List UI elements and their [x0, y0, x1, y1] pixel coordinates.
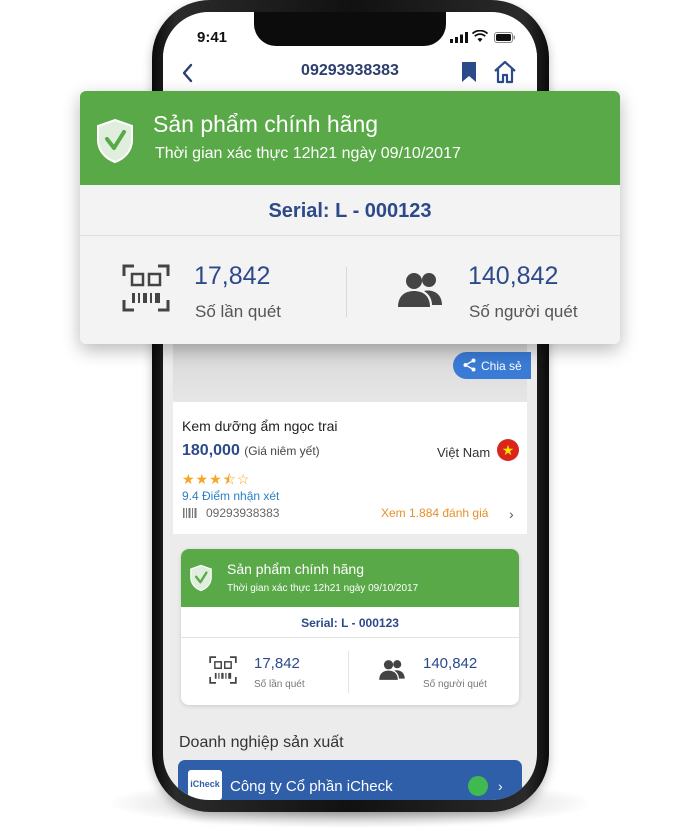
review-score[interactable]: 9.4 Điểm nhận xét: [182, 489, 279, 503]
company-name: Công ty Cổ phần iCheck: [230, 778, 393, 795]
people-icon: [398, 273, 442, 307]
section-title: Doanh nghiệp sản xuất: [179, 734, 344, 751]
serial-number: Serial: L - 000123: [301, 616, 399, 630]
vietnam-flag-icon: ★: [497, 439, 519, 461]
nav-bar: 09293938383: [163, 56, 537, 92]
people-count-label: Số người quét: [423, 679, 487, 690]
verification-header: Sản phẩm chính hãng Thời gian xác thực 1…: [80, 91, 620, 185]
verification-title: Sản phẩm chính hãng: [227, 561, 364, 577]
share-icon: [463, 358, 476, 372]
divider: [346, 267, 347, 317]
people-count: 140,842: [423, 655, 478, 672]
battery-icon: [494, 32, 515, 43]
home-icon[interactable]: [492, 59, 518, 85]
people-icon: [379, 660, 405, 680]
scan-count: 17,842: [254, 655, 300, 672]
divider: [181, 637, 519, 638]
people-count: 140,842: [468, 262, 559, 290]
verification-card-overlay: Sản phẩm chính hãng Thời gian xác thực 1…: [80, 91, 620, 344]
verification-subtitle: Thời gian xác thực 12h21 ngày 09/10/2017: [227, 583, 419, 594]
share-button[interactable]: Chia sẻ: [453, 352, 531, 379]
shield-check-icon: [190, 564, 212, 592]
scan-count-label: Số lần quét: [195, 302, 282, 321]
product-barcode: 09293938383: [206, 506, 280, 520]
signal-icon: [450, 32, 468, 43]
chevron-right-icon[interactable]: ›: [509, 506, 514, 522]
country-label: Việt Nam: [437, 445, 491, 460]
status-time: 9:41: [197, 29, 228, 46]
verification-subtitle: Thời gian xác thực 12h21 ngày 09/10/2017: [155, 145, 461, 162]
verification-title: Sản phẩm chính hãng: [153, 111, 379, 137]
view-reviews-link[interactable]: Xem 1.884 đánh giá: [381, 506, 488, 520]
wifi-icon: [472, 30, 488, 42]
price-note: (Giá niêm yết): [244, 444, 320, 458]
shield-check-icon: [97, 118, 133, 164]
verified-check-icon: [468, 776, 488, 796]
notch: [254, 12, 446, 46]
product-name: Kem dưỡng ẩm ngọc trai: [182, 418, 338, 434]
barcode-icon: [183, 508, 197, 518]
qr-scan-icon: [209, 656, 237, 684]
scan-count: 17,842: [194, 262, 271, 290]
share-label: Chia sẻ: [481, 359, 522, 373]
verification-card-inline: Sản phẩm chính hãng Thời gian xác thực 1…: [181, 549, 519, 705]
people-count-label: Số người quét: [469, 302, 578, 321]
product-info: Kem dưỡng ẩm ngọc trai 180,000 (Giá niêm…: [173, 402, 527, 534]
qr-scan-icon: [122, 264, 170, 312]
divider: [348, 651, 349, 693]
divider: [80, 235, 620, 236]
product-price: 180,000 (Giá niêm yết): [182, 442, 320, 460]
company-logo: iCheck: [188, 770, 222, 800]
serial-number: Serial: L - 000123: [268, 200, 432, 222]
company-card[interactable]: iCheck Công ty Cổ phần iCheck ›: [178, 760, 522, 800]
verification-header: Sản phẩm chính hãng Thời gian xác thực 1…: [181, 549, 519, 607]
bookmark-icon[interactable]: [459, 60, 479, 84]
page-title: 09293938383: [301, 62, 399, 79]
price-value: 180,000: [182, 442, 240, 459]
chevron-right-icon: ›: [498, 778, 503, 794]
scan-count-label: Số lần quét: [254, 679, 305, 690]
